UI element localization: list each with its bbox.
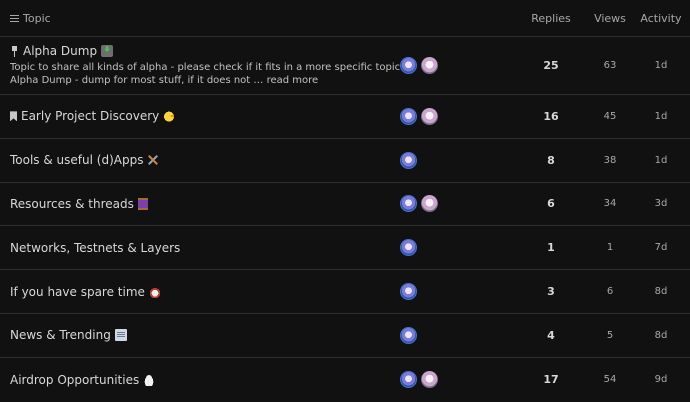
topic-title-link[interactable]: Early Project Discovery [21, 109, 159, 123]
activity-time[interactable]: 9d [636, 374, 686, 385]
replies-count[interactable]: 25 [522, 59, 580, 72]
topic-title-link[interactable]: Airdrop Opportunities [10, 373, 139, 387]
replies-count[interactable]: 1 [522, 241, 580, 254]
avatar[interactable] [421, 371, 438, 389]
views-count: 5 [606, 329, 614, 341]
activity-column-header[interactable]: Activity [636, 12, 686, 25]
topic-row: Alpha Dump Topic to share all kinds of a… [0, 37, 690, 95]
views-count: 54 [603, 374, 617, 386]
activity-time[interactable]: 3d [636, 198, 686, 209]
avatar[interactable] [400, 326, 417, 344]
topic-title-link[interactable]: Networks, Testnets & Layers [10, 241, 180, 255]
replies-count[interactable]: 17 [522, 373, 580, 386]
replies-count[interactable]: 4 [522, 329, 580, 342]
topic-row: If you have spare time 3 6 8d [0, 270, 690, 314]
topic-cell: If you have spare time [0, 285, 400, 299]
hatching-chick-emoji-icon [163, 110, 176, 123]
activity-time[interactable]: 8d [636, 330, 686, 341]
avatar[interactable] [400, 283, 417, 301]
posters [400, 195, 518, 213]
hammer-and-wrench-emoji-icon [147, 154, 159, 166]
activity-time[interactable]: 1d [636, 155, 686, 166]
topic-row: Early Project Discovery 16 45 1d [0, 95, 690, 139]
replies-count[interactable]: 8 [522, 154, 580, 167]
topic-title-link[interactable]: News & Trending [10, 328, 111, 342]
views-count: 1 [606, 242, 614, 254]
topic-cell: Tools & useful (d)Apps [0, 153, 400, 167]
topic-list-table: Topic Replies Views Activity Alpha Dump … [0, 0, 690, 395]
avatar[interactable] [400, 107, 417, 125]
topic-title-link[interactable]: Resources & threads [10, 197, 134, 211]
views-count: 63 [603, 60, 617, 71]
replies-count[interactable]: 3 [522, 285, 580, 298]
avatar[interactable] [421, 195, 438, 213]
activity-time[interactable]: 1d [636, 60, 686, 71]
replies-count[interactable]: 6 [522, 197, 580, 210]
topic-cell: Networks, Testnets & Layers [0, 241, 400, 255]
cloud-emoji-icon [143, 373, 156, 386]
topic-row: Resources & threads 6 34 3d [0, 183, 690, 227]
posters [400, 107, 518, 125]
avatar[interactable] [400, 239, 417, 257]
topic-row: Airdrop Opportunities 17 54 9d [0, 358, 690, 402]
replies-column-header[interactable]: Replies [522, 12, 580, 25]
posters [400, 283, 518, 301]
activity-time[interactable]: 7d [636, 242, 686, 253]
avatar[interactable] [400, 57, 417, 74]
bookmark-icon [10, 111, 17, 122]
posters [400, 326, 518, 344]
replies-count[interactable]: 16 [522, 110, 580, 123]
topic-title-link[interactable]: Tools & useful (d)Apps [10, 153, 143, 167]
topic-column-header[interactable]: Topic [0, 12, 522, 25]
newspaper-emoji-icon [114, 329, 127, 342]
avatar[interactable] [400, 195, 417, 213]
topic-cell: News & Trending [0, 328, 400, 342]
topic-row: Tools & useful (d)Apps 8 38 1d [0, 139, 690, 183]
topic-row: News & Trending 4 5 8d [0, 314, 690, 358]
pin-icon [10, 45, 19, 57]
topic-row: Networks, Testnets & Layers 1 1 7d [0, 226, 690, 271]
topic-title-link[interactable]: Alpha Dump [23, 44, 97, 58]
thread-spool-emoji-icon [137, 197, 148, 210]
topic-cell: Early Project Discovery [0, 109, 400, 123]
list-icon [10, 14, 19, 22]
views-column-header[interactable]: Views [588, 12, 632, 25]
topic-cell: Airdrop Opportunities [0, 373, 400, 387]
views-count: 38 [603, 154, 617, 166]
alarm-clock-emoji-icon [148, 285, 161, 298]
posters [400, 239, 518, 257]
avatar[interactable] [421, 107, 438, 125]
topic-list-header: Topic Replies Views Activity [0, 0, 690, 37]
views-count: 45 [603, 110, 617, 122]
activity-time[interactable]: 8d [636, 286, 686, 297]
avatar[interactable] [421, 57, 438, 74]
inbox-tray-emoji-icon [101, 45, 114, 57]
topic-cell: Resources & threads [0, 197, 400, 211]
topic-title-link[interactable]: If you have spare time [10, 285, 145, 299]
posters [400, 151, 518, 169]
topic-excerpt-text: Topic to share all kinds of alpha - plea… [10, 62, 404, 86]
read-more-link[interactable]: read more [267, 75, 319, 86]
views-count: 6 [606, 286, 614, 298]
topic-column-label: Topic [23, 11, 51, 25]
topic-excerpt: Topic to share all kinds of alpha - plea… [10, 61, 415, 87]
topic-cell: Alpha Dump Topic to share all kinds of a… [0, 44, 404, 87]
avatar[interactable] [400, 151, 417, 169]
views-count: 34 [603, 198, 617, 210]
posters [400, 57, 518, 74]
posters [400, 371, 518, 389]
avatar[interactable] [400, 371, 417, 389]
activity-time[interactable]: 1d [636, 111, 686, 122]
